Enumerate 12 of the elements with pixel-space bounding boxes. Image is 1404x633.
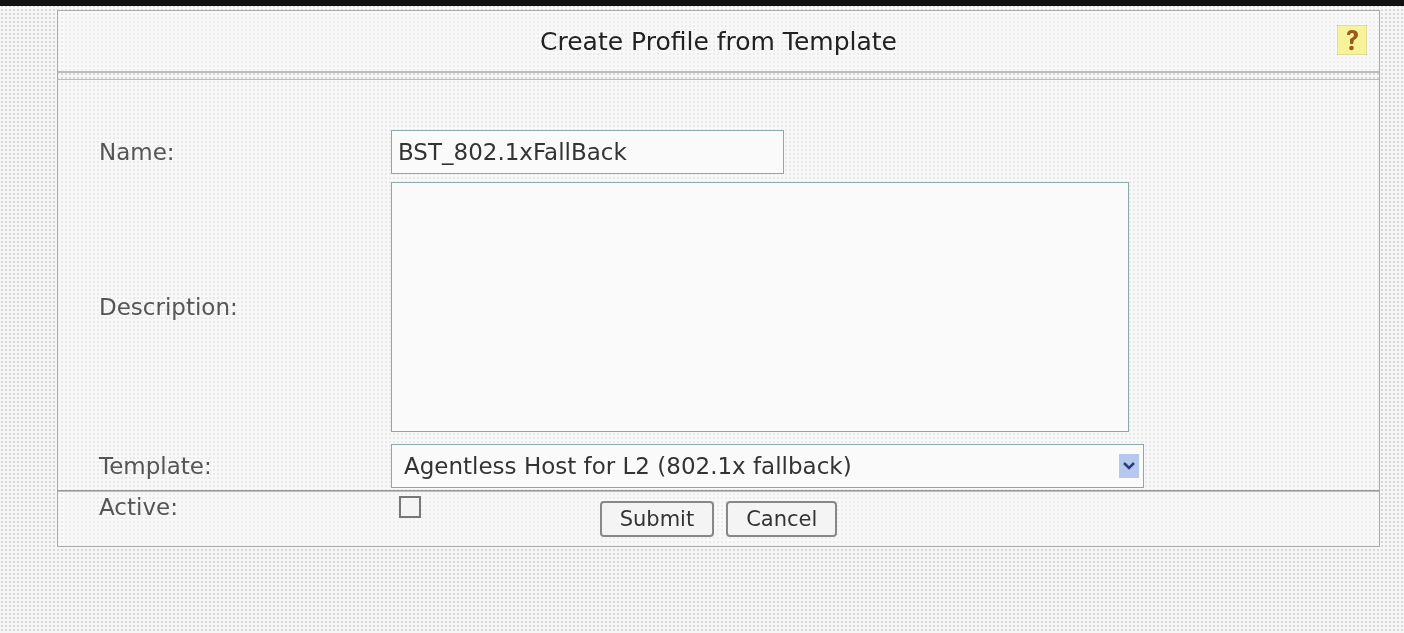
description-field[interactable] xyxy=(391,182,1129,432)
template-dropdown[interactable]: Agentless Host for L2 (802.1x fallback) xyxy=(391,444,1144,488)
dialog-title: Create Profile from Template xyxy=(540,26,897,56)
help-icon[interactable] xyxy=(1337,25,1367,55)
field-label: Name: xyxy=(99,139,176,165)
field-label: Template: xyxy=(99,453,213,479)
active-checkbox[interactable] xyxy=(399,496,421,518)
form-button[interactable]: Submit xyxy=(599,501,715,537)
field-label: Active: xyxy=(99,494,179,520)
form-button[interactable]: Cancel xyxy=(726,501,838,537)
field-label: Description: xyxy=(99,294,239,320)
name-field[interactable]: BST_802.1xFallBack xyxy=(391,130,784,174)
